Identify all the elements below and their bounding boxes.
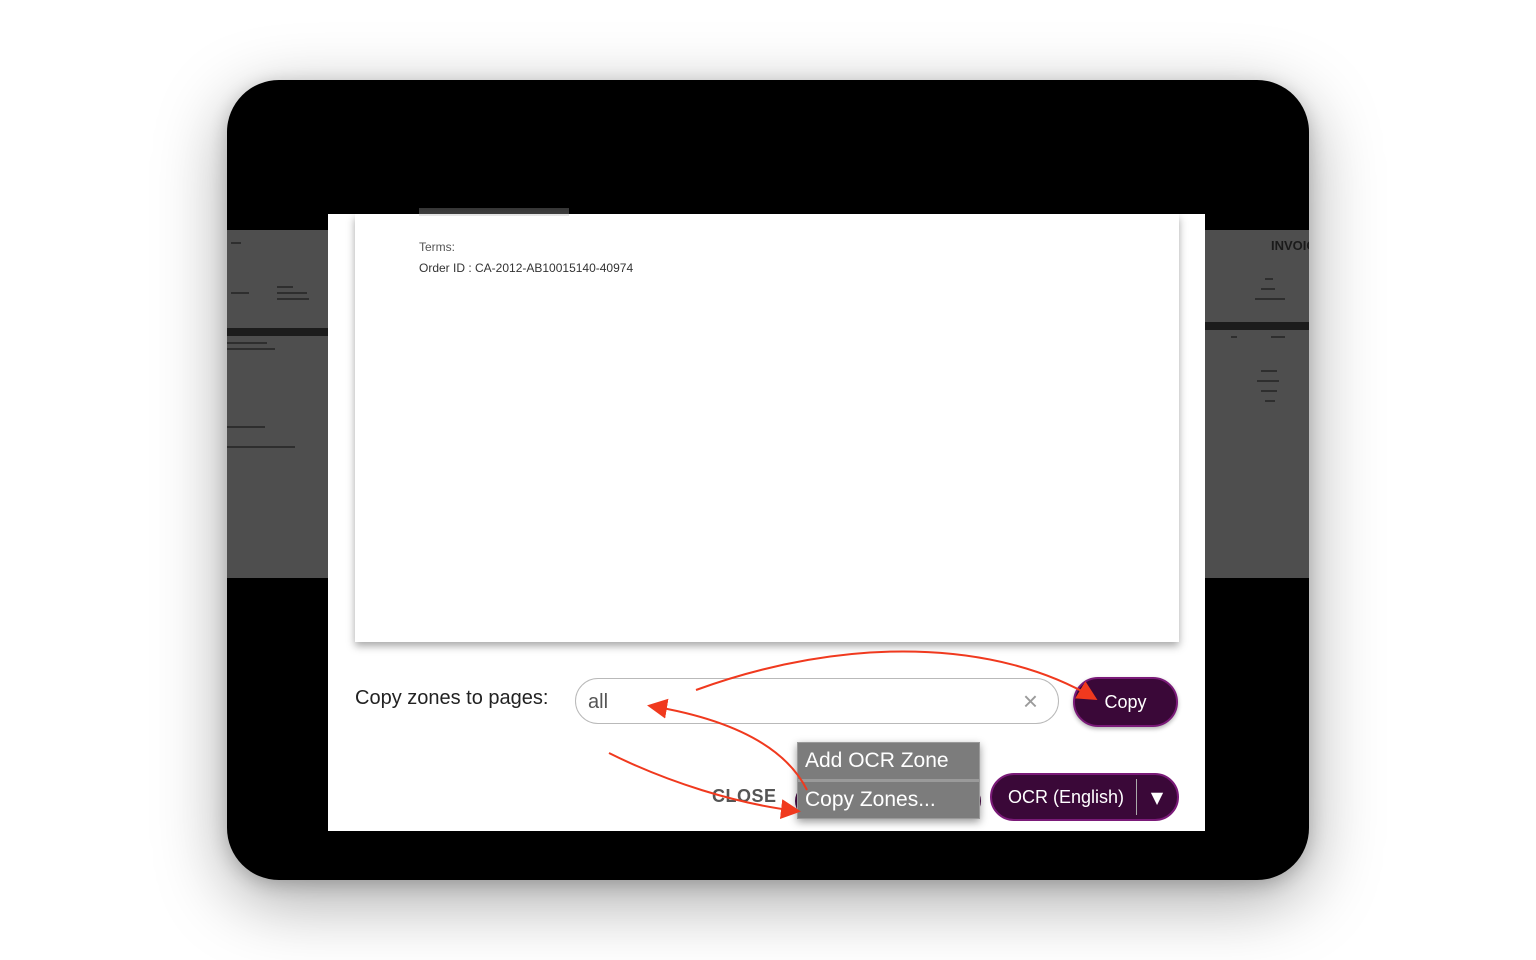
background-document-right: INVOIC (1205, 230, 1309, 578)
background-invoice-heading: INVOIC (1271, 238, 1309, 253)
clear-icon[interactable]: × (1023, 687, 1038, 715)
copy-button[interactable]: Copy (1073, 677, 1178, 727)
order-id-text: Order ID : CA-2012-AB10015140-40974 (419, 261, 634, 275)
ocr-split-button: OCR (English) ▼ (990, 773, 1179, 821)
pages-input-container: × (575, 678, 1059, 724)
ocr-english-button[interactable]: OCR (English) (992, 775, 1136, 819)
chevron-down-icon[interactable]: ▼ (1137, 775, 1177, 819)
zone-context-menu: Add OCR Zone Copy Zones... (797, 742, 980, 819)
terms-label: Terms: (419, 240, 455, 254)
pages-input[interactable] (586, 685, 1010, 719)
device-frame: INVOIC Terms: Order ID : CA-2012-AB10015… (227, 80, 1309, 880)
menu-item-add-ocr-zone[interactable]: Add OCR Zone (798, 743, 979, 779)
background-document-left (227, 230, 328, 578)
document-page-preview: Terms: Order ID : CA-2012-AB10015140-409… (355, 208, 1179, 642)
cut-off-text (419, 208, 569, 216)
close-button[interactable]: CLOSE (712, 786, 777, 807)
menu-item-copy-zones[interactable]: Copy Zones... (798, 782, 979, 818)
ocr-zone-dialog: Terms: Order ID : CA-2012-AB10015140-409… (328, 208, 1205, 831)
copy-zones-label: Copy zones to pages: (355, 687, 549, 709)
